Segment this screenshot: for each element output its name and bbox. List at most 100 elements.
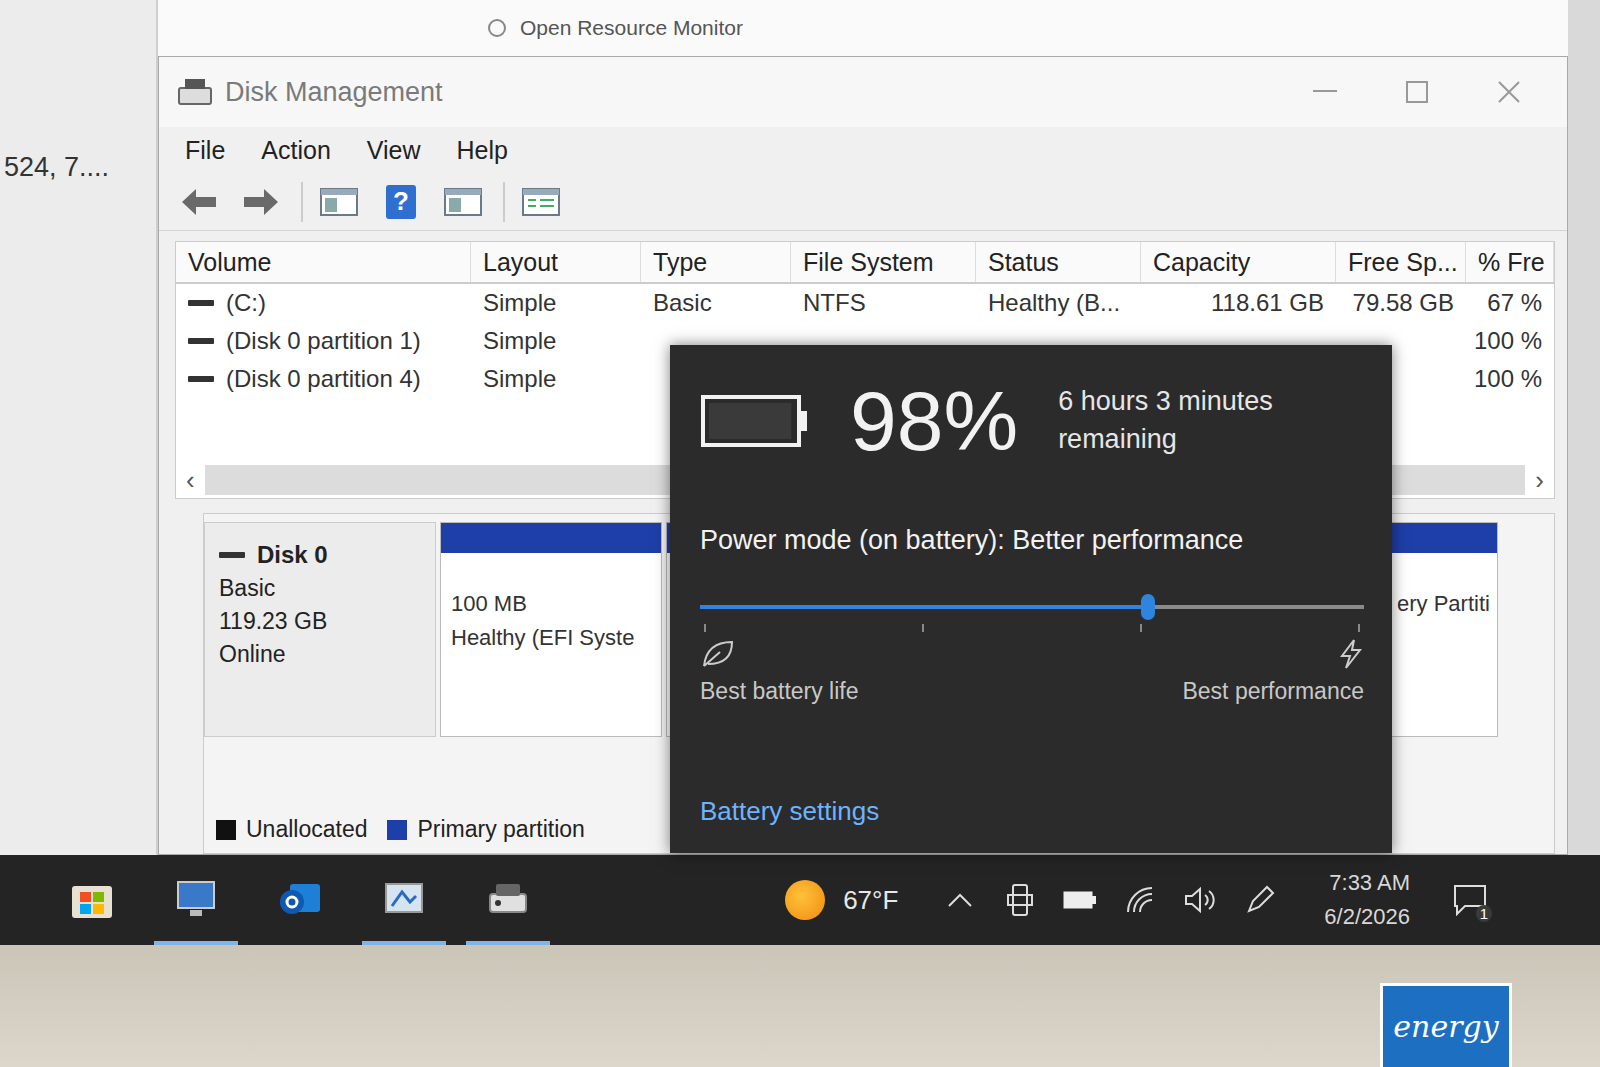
table-cell: Simple (471, 327, 641, 355)
window-title: Disk Management (225, 77, 1273, 108)
legend-item: Primary partition (387, 816, 584, 843)
pane-button[interactable] (441, 182, 485, 222)
monitor-icon (172, 874, 220, 922)
clock[interactable]: 7:33 AM6/2/2026 (1324, 870, 1410, 930)
menu-item[interactable]: Action (261, 136, 330, 165)
laptop-bezel: energy (0, 945, 1600, 1067)
pane-icon (444, 186, 482, 218)
table-cell: (Disk 0 partition 4) (176, 365, 471, 393)
list-button[interactable] (503, 182, 563, 222)
back-arrow-icon (180, 187, 218, 217)
menu-item[interactable]: View (367, 136, 421, 165)
disk-info[interactable]: Disk 0Basic119.23 GBOnline (204, 522, 436, 737)
scroll-left-button[interactable]: ‹ (186, 465, 195, 496)
taskbar-app[interactable] (466, 855, 550, 945)
background-text: 524, 7.... (4, 152, 109, 182)
power-mode-slider[interactable] (700, 594, 1364, 620)
volume-icon (188, 300, 214, 306)
energy-star-logo: energy (1380, 983, 1512, 1067)
maximize-icon (1406, 81, 1428, 103)
help-icon: ? (386, 185, 416, 219)
help-button[interactable]: ? (379, 182, 423, 222)
sun-icon (785, 880, 825, 920)
battery-flyout: 98%6 hours 3 minutes remainingPower mode… (670, 345, 1392, 853)
slider-thumb[interactable] (1141, 594, 1155, 620)
close-button[interactable] (1469, 72, 1549, 112)
table-cell: Basic (641, 289, 791, 317)
partition-text: ery Partiti (1397, 591, 1489, 617)
table-cell: (C:) (176, 289, 471, 317)
volume-icon (188, 376, 214, 382)
tray-wifi[interactable] (1114, 870, 1166, 930)
menu-item[interactable]: Help (457, 136, 508, 165)
table-cell: Simple (471, 365, 641, 393)
taskbar-app[interactable] (362, 855, 446, 945)
slider-fill (700, 605, 1148, 609)
tray-volume[interactable] (1174, 870, 1226, 930)
toolbar: ? (159, 173, 1567, 231)
tray-pen[interactable] (1234, 870, 1286, 930)
weather-widget[interactable]: 67°F (785, 880, 898, 920)
table-cell: Simple (471, 289, 641, 317)
radio-icon[interactable] (488, 19, 506, 37)
slider-ticks (700, 620, 1364, 632)
screen: 524, 7.... Open Resource Monitor Disk Mana… (0, 0, 1600, 945)
table-cell: 79.58 GB (1336, 289, 1466, 317)
partition-text: Healthy (EFI Syste (451, 625, 653, 651)
disk-status: Online (219, 641, 421, 668)
back-button[interactable] (177, 182, 221, 222)
paint-icon (380, 874, 428, 922)
table-row[interactable]: (C:)SimpleBasicNTFSHealthy (B...118.61 G… (176, 284, 1554, 322)
column-header[interactable]: Free Sp... (1336, 242, 1466, 282)
wifi-icon (1125, 885, 1155, 915)
table-cell: 100 % (1466, 327, 1554, 355)
column-header[interactable]: Status (976, 242, 1141, 282)
disk-size: 119.23 GB (219, 608, 421, 635)
device-icon (1007, 883, 1033, 917)
column-header[interactable]: File System (791, 242, 976, 282)
battery-header: 98%6 hours 3 minutes remaining (700, 379, 1364, 463)
chevron-up-icon (947, 892, 973, 908)
disk-management-icon (484, 874, 532, 922)
table-cell: Healthy (B... (976, 289, 1141, 317)
outlook-icon (276, 874, 324, 922)
notification-button[interactable]: 1 (1450, 880, 1490, 920)
tray-battery[interactable] (1054, 870, 1106, 930)
battery-settings-link[interactable]: Battery settings (700, 796, 1364, 827)
taskbar-app[interactable] (154, 855, 238, 945)
battery-remaining: 6 hours 3 minutes remaining (1058, 383, 1308, 459)
partition-header (441, 523, 661, 553)
taskbar-app[interactable] (50, 855, 134, 945)
disk-type: Basic (219, 575, 421, 602)
column-header[interactable]: % Fre (1466, 242, 1554, 282)
taskbar-app[interactable] (258, 855, 342, 945)
partition-text: 100 MB (451, 591, 653, 617)
partition[interactable]: ery Partiti (1386, 522, 1498, 737)
column-header[interactable]: Volume (176, 242, 471, 282)
scroll-right-button[interactable]: › (1535, 465, 1544, 496)
minimize-button[interactable] (1285, 72, 1365, 112)
menu-item[interactable]: File (185, 136, 225, 165)
maximize-button[interactable] (1377, 72, 1457, 112)
battery-life-label: Best battery life (700, 638, 859, 705)
list-icon (522, 186, 560, 218)
partition-body: 100 MB Healthy (EFI Syste (441, 553, 661, 736)
volume-icon (188, 338, 214, 344)
column-header[interactable]: Type (641, 242, 791, 282)
table-cell: (Disk 0 partition 1) (176, 327, 471, 355)
console-button[interactable] (301, 182, 361, 222)
partition-body: ery Partiti (1387, 553, 1497, 736)
disk-management-icon (177, 76, 213, 108)
column-header[interactable]: Layout (471, 242, 641, 282)
forward-button[interactable] (239, 182, 283, 222)
partition[interactable]: 100 MB Healthy (EFI Syste (440, 522, 662, 737)
tray-chevron[interactable] (934, 870, 986, 930)
resource-monitor-link[interactable]: Open Resource Monitor (520, 16, 743, 40)
battery-icon (700, 391, 810, 451)
partition-header (1387, 523, 1497, 553)
legend-swatch (216, 820, 236, 840)
column-header[interactable]: Capacity (1141, 242, 1336, 282)
tray-device[interactable] (994, 870, 1046, 930)
date: 6/2/2026 (1324, 904, 1410, 930)
pen-icon (1245, 885, 1275, 915)
